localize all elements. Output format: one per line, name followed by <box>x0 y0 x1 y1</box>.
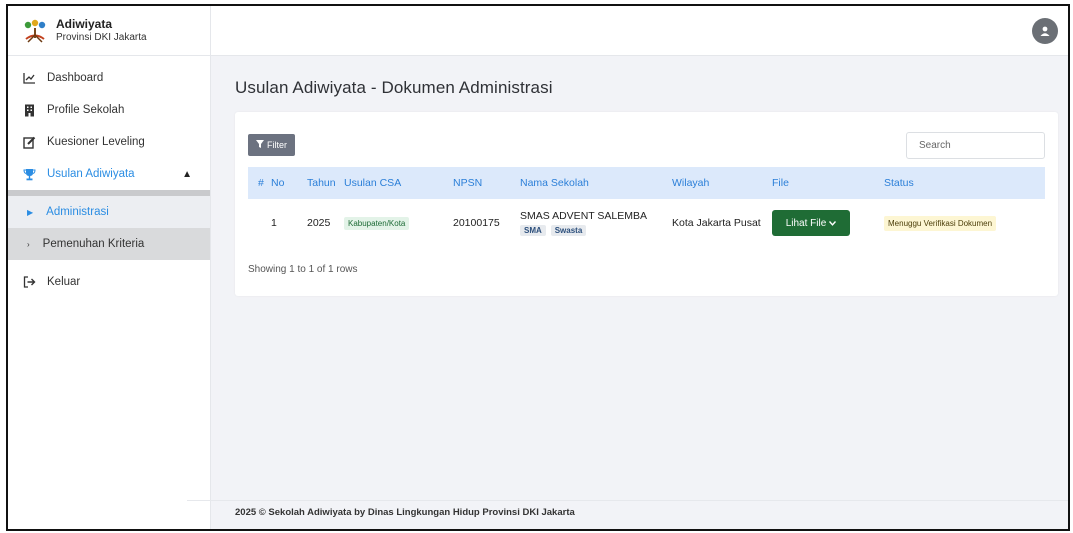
sidebar-subitem-label: Pemenuhan Kriteria <box>42 238 145 250</box>
app-window: Adiwiyata Provinsi DKI Jakarta Dashboard… <box>6 4 1070 531</box>
sidebar-item-label: Kuesioner Leveling <box>47 136 145 148</box>
sidebar-item-keluar[interactable]: Keluar <box>8 266 210 298</box>
column-header-usulan-csa[interactable]: Usulan CSA <box>344 167 453 199</box>
user-avatar-icon[interactable] <box>1032 18 1058 44</box>
sidebar-item-dashboard[interactable]: Dashboard <box>8 62 210 94</box>
column-header-no[interactable]: No <box>271 167 307 199</box>
cell-file: Lihat File <box>772 199 884 247</box>
cell-wilayah: Kota Jakarta Pusat <box>672 217 761 229</box>
brand[interactable]: Adiwiyata Provinsi DKI Jakarta <box>8 6 210 56</box>
filter-label: Filter <box>267 140 287 150</box>
trophy-icon <box>22 167 36 181</box>
filter-icon <box>256 140 264 150</box>
column-header-status[interactable]: Status <box>884 167 1045 199</box>
chevron-up-icon[interactable]: ▲ <box>182 169 192 180</box>
cell-status: Menuggu Verifikasi Dokumen <box>884 199 1045 247</box>
topbar <box>211 6 1068 56</box>
column-header-tahun[interactable]: Tahun <box>307 167 344 199</box>
chart-line-icon <box>22 71 36 85</box>
sidebar-item-label: Usulan Adiwiyata <box>47 168 135 180</box>
sign-out-icon <box>22 275 36 289</box>
cell-tahun: 2025 <box>307 217 331 229</box>
sidebar-subitem-label: Administrasi <box>46 206 109 218</box>
page-title: Usulan Adiwiyata - Dokumen Administrasi <box>235 78 553 97</box>
sidebar-subitem-administrasi[interactable]: ▶ Administrasi <box>8 190 210 228</box>
sidebar-item-kuesioner-leveling[interactable]: Kuesioner Leveling <box>8 126 210 158</box>
usulan-csa-badge: Kabupaten/Kota <box>344 216 410 230</box>
sidebar-item-label: Profile Sekolah <box>47 104 125 116</box>
column-header-file[interactable]: File <box>772 167 884 199</box>
sidebar-item-usulan-adiwiyata[interactable]: Usulan Adiwiyata ▲ <box>8 158 210 190</box>
sidebar-subitem-pemenuhan-kriteria[interactable]: › Pemenuhan Kriteria <box>8 228 210 260</box>
column-header-hash[interactable]: # <box>248 167 271 199</box>
sidebar-item-profile-sekolah[interactable]: Profile Sekolah <box>8 94 210 126</box>
brand-subtitle: Provinsi DKI Jakarta <box>56 32 147 43</box>
tipe-badge: Swasta <box>550 225 587 236</box>
sidebar: Adiwiyata Provinsi DKI Jakarta Dashboard… <box>8 6 211 529</box>
cell-npsn: 20100175 <box>453 217 500 229</box>
sidebar-item-label: Keluar <box>47 276 81 288</box>
jenjang-badge: SMA <box>520 225 546 236</box>
column-header-nama-sekolah[interactable]: Nama Sekolah <box>520 167 672 199</box>
filter-button[interactable]: Filter <box>248 134 295 156</box>
sidebar-item-label: Dashboard <box>47 72 104 84</box>
chevron-right-icon: › <box>27 239 30 249</box>
caret-right-icon: ▶ <box>27 207 34 217</box>
pagination-info: Showing 1 to 1 of 1 rows <box>248 264 358 275</box>
table-header-row: # No Tahun Usulan CSA NPSN Nama Sekolah … <box>248 167 1045 199</box>
cell-usulan-csa: Kabupaten/Kota <box>344 199 453 247</box>
cell-nama-sekolah: SMAS ADVENT SALEMBA SMA Swasta <box>520 199 672 247</box>
table-card: Filter # No Tahun Usulan CSA NPSN Nama S… <box>235 112 1058 296</box>
footer-divider <box>187 500 1068 501</box>
chevron-down-icon <box>829 219 837 228</box>
cell-no: 1 <box>271 217 277 229</box>
adiwiyata-logo-icon <box>24 19 46 43</box>
column-header-npsn[interactable]: NPSN <box>453 167 520 199</box>
school-name: SMAS ADVENT SALEMBA <box>520 210 648 222</box>
footer: 2025 © Sekolah Adiwiyata by Dinas Lingku… <box>235 507 575 518</box>
lihat-file-label: Lihat File <box>785 217 827 229</box>
brand-title: Adiwiyata <box>56 17 113 31</box>
cell-hash <box>248 199 271 247</box>
status-badge: Menuggu Verifikasi Dokumen <box>884 215 997 231</box>
main-content: Usulan Adiwiyata - Dokumen Administrasi … <box>187 56 1068 529</box>
lihat-file-button[interactable]: Lihat File <box>772 210 850 236</box>
table-row: 1 2025 Kabupaten/Kota 20100175 SMAS ADVE… <box>248 199 1045 247</box>
building-icon <box>22 103 36 117</box>
sidebar-menu: Dashboard Profile Sekolah Kuesioner Leve… <box>8 62 210 298</box>
sidebar-submenu: ▶ Administrasi › Pemenuhan Kriteria <box>8 190 210 260</box>
column-header-wilayah[interactable]: Wilayah <box>672 167 772 199</box>
usulan-table: # No Tahun Usulan CSA NPSN Nama Sekolah … <box>248 167 1045 247</box>
search-input[interactable] <box>906 132 1045 159</box>
edit-icon <box>22 135 36 149</box>
